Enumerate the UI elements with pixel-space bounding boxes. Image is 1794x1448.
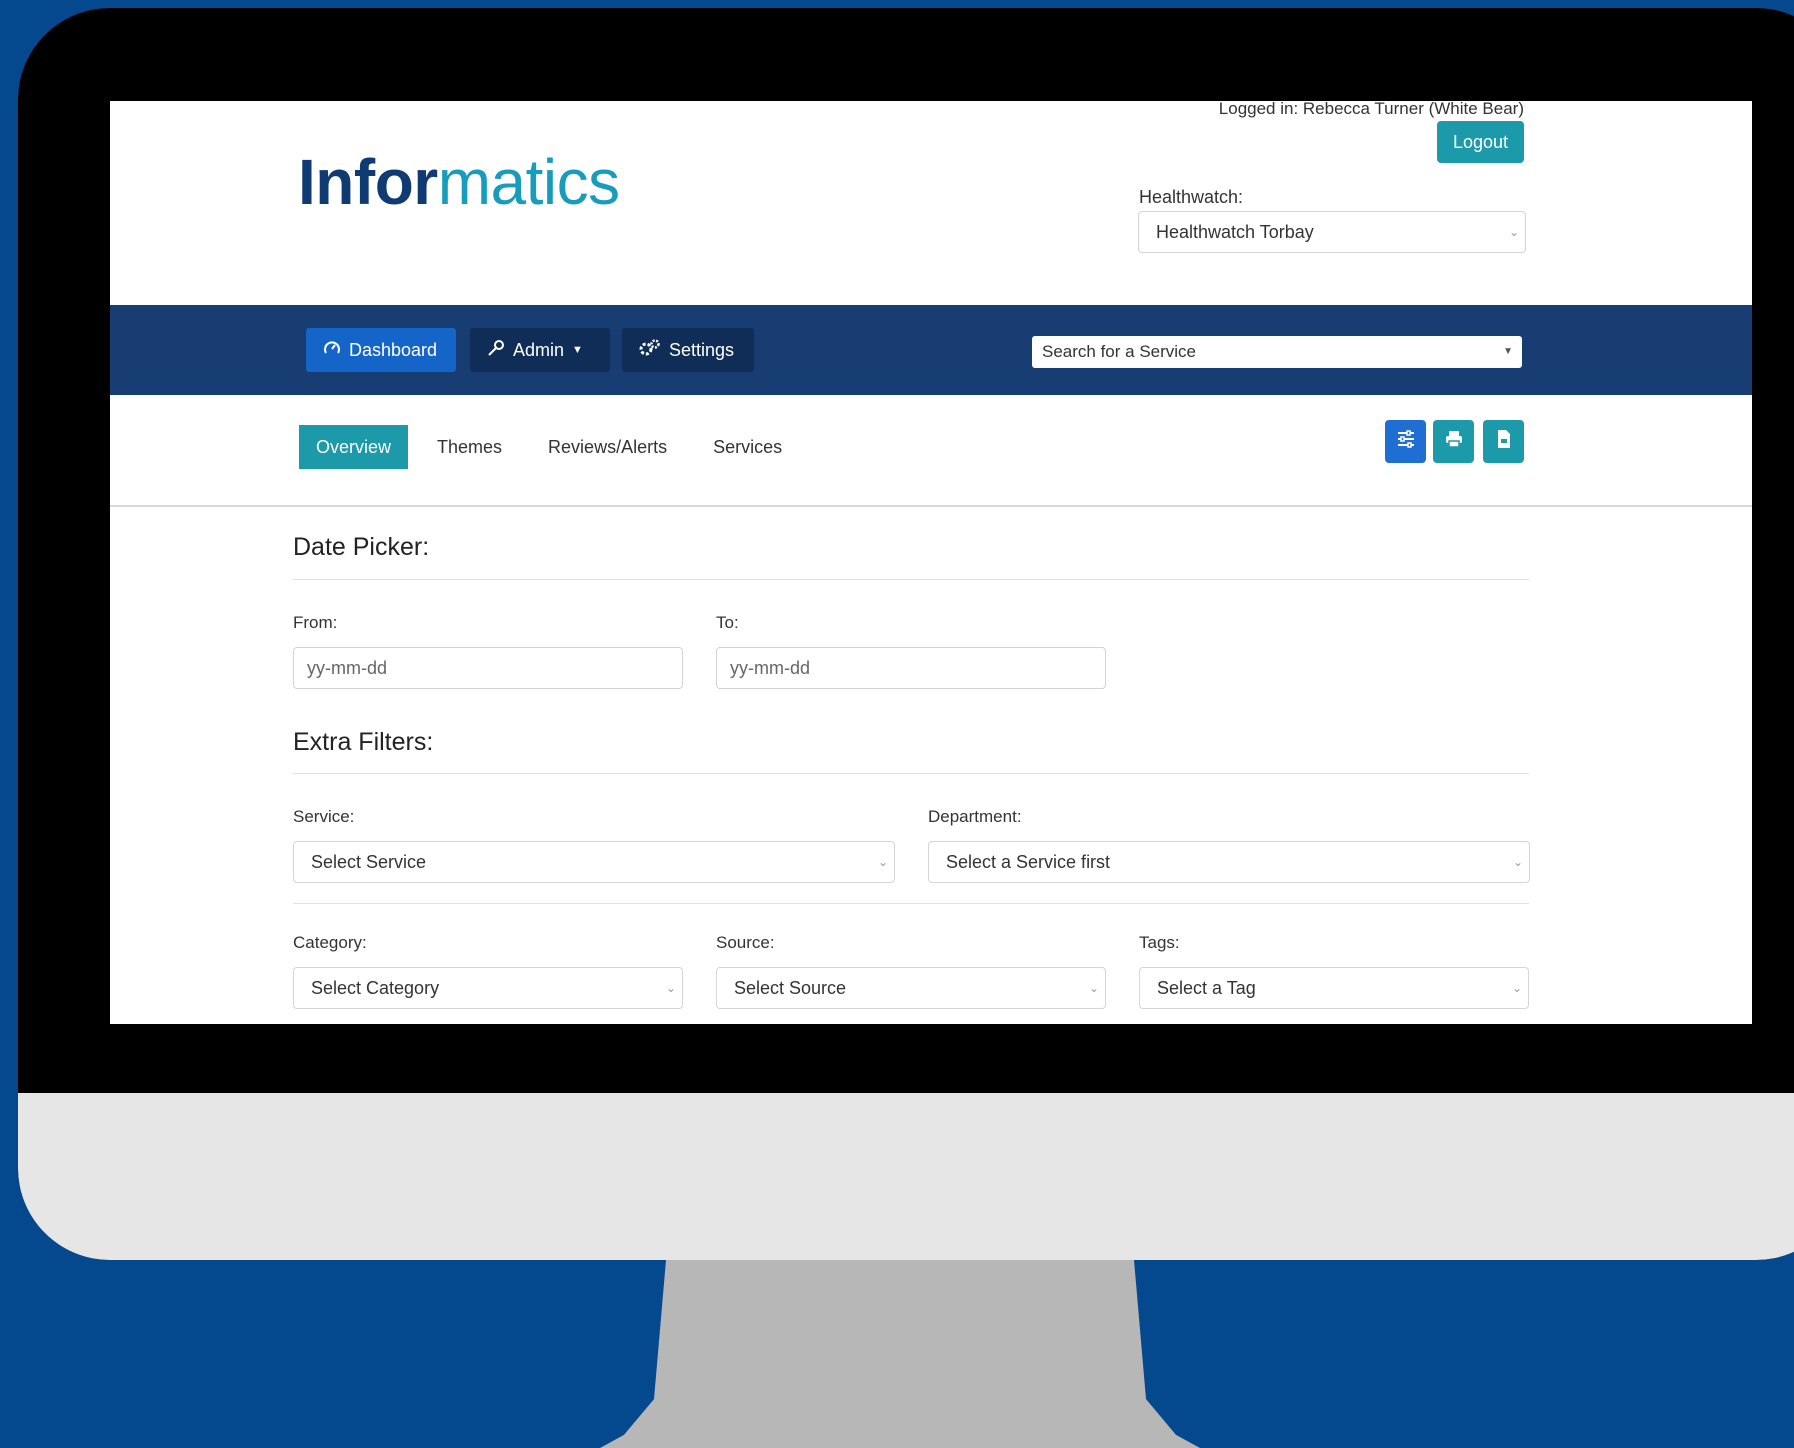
tab-reviews-alerts[interactable]: Reviews/Alerts xyxy=(531,425,684,469)
nav-dashboard-button[interactable]: Dashboard xyxy=(306,328,456,372)
gauge-icon xyxy=(323,339,341,362)
divider xyxy=(293,773,1529,774)
chevron-down-icon: ⌄ xyxy=(1512,855,1523,869)
department-select[interactable]: Select a Service first ⌄ xyxy=(928,841,1530,883)
logo-part-a: Infor xyxy=(298,146,438,218)
to-date-input[interactable]: yy-mm-dd xyxy=(716,647,1106,689)
nav-dashboard-label: Dashboard xyxy=(349,339,438,360)
wrench-icon xyxy=(487,339,505,362)
chevron-down-icon: ⌄ xyxy=(1088,981,1099,995)
nav-settings-button[interactable]: Settings xyxy=(622,328,754,372)
divider xyxy=(293,903,1529,904)
category-label: Category: xyxy=(293,933,367,952)
tab-overview[interactable]: Overview xyxy=(299,425,409,469)
source-label: Source: xyxy=(716,933,775,952)
source-select[interactable]: Select Source ⌄ xyxy=(716,967,1106,1009)
from-label: From: xyxy=(293,613,338,632)
nav-admin-dropdown[interactable]: Admin ▼ xyxy=(470,328,610,372)
tags-select-value: Select a Tag xyxy=(1157,977,1256,998)
logout-button[interactable]: Logout xyxy=(1437,121,1524,163)
print-button[interactable] xyxy=(1433,420,1474,463)
chevron-down-icon: ⌄ xyxy=(877,855,888,869)
chevron-down-icon: ⌄ xyxy=(1511,981,1522,995)
file-icon xyxy=(1496,429,1512,454)
healthwatch-label: Healthwatch: xyxy=(1139,187,1244,207)
department-label: Department: xyxy=(928,807,1022,826)
caret-down-icon: ▼ xyxy=(1503,346,1513,357)
service-search-select[interactable]: Search for a Service ▼ xyxy=(1032,336,1522,368)
tab-bar: Overview Themes Reviews/Alerts Services xyxy=(299,425,811,471)
monitor-chin xyxy=(18,1093,1794,1260)
app-screen: Logged in: Rebecca Turner (White Bear) L… xyxy=(110,101,1752,1024)
divider xyxy=(293,579,1529,580)
logo-part-b: matics xyxy=(437,146,620,218)
chevron-down-icon: ⌄ xyxy=(1508,225,1519,239)
monitor-stand xyxy=(600,1260,1200,1448)
print-icon xyxy=(1444,429,1464,454)
app-logo: Informatics xyxy=(298,145,620,219)
to-label: To: xyxy=(716,613,739,632)
service-select[interactable]: Select Service ⌄ xyxy=(293,841,895,883)
tab-divider xyxy=(110,505,1752,507)
source-select-value: Select Source xyxy=(734,977,847,998)
caret-down-icon: ▼ xyxy=(572,344,583,356)
from-date-input[interactable]: yy-mm-dd xyxy=(293,647,683,689)
export-pdf-button[interactable] xyxy=(1483,420,1524,463)
department-select-value: Select a Service first xyxy=(946,851,1111,872)
chevron-down-icon: ⌄ xyxy=(665,981,676,995)
filter-toggle-button[interactable] xyxy=(1385,420,1426,463)
category-select-value: Select Category xyxy=(311,977,440,998)
tags-select[interactable]: Select a Tag ⌄ xyxy=(1139,967,1529,1009)
healthwatch-value: Healthwatch Torbay xyxy=(1156,221,1314,242)
sliders-icon xyxy=(1395,428,1417,455)
service-search-placeholder: Search for a Service xyxy=(1042,342,1197,361)
healthwatch-select[interactable]: Healthwatch Torbay ⌄ xyxy=(1138,211,1526,253)
tab-services[interactable]: Services xyxy=(696,425,799,469)
monitor-frame: Logged in: Rebecca Turner (White Bear) L… xyxy=(18,8,1794,1260)
service-label: Service: xyxy=(293,807,355,826)
tab-themes[interactable]: Themes xyxy=(420,425,519,469)
tags-label: Tags: xyxy=(1139,933,1180,952)
nav-settings-label: Settings xyxy=(669,339,735,360)
date-picker-heading: Date Picker: xyxy=(293,533,430,561)
service-select-value: Select Service xyxy=(311,851,427,872)
nav-admin-label: Admin xyxy=(513,339,565,360)
category-select[interactable]: Select Category ⌄ xyxy=(293,967,683,1009)
nav-bar: Dashboard Admin ▼ Settings Search for a … xyxy=(110,305,1752,395)
extra-filters-heading: Extra Filters: xyxy=(293,728,434,756)
logged-in-text: Logged in: Rebecca Turner (White Bear) xyxy=(1218,101,1524,118)
cogs-icon xyxy=(639,338,661,362)
